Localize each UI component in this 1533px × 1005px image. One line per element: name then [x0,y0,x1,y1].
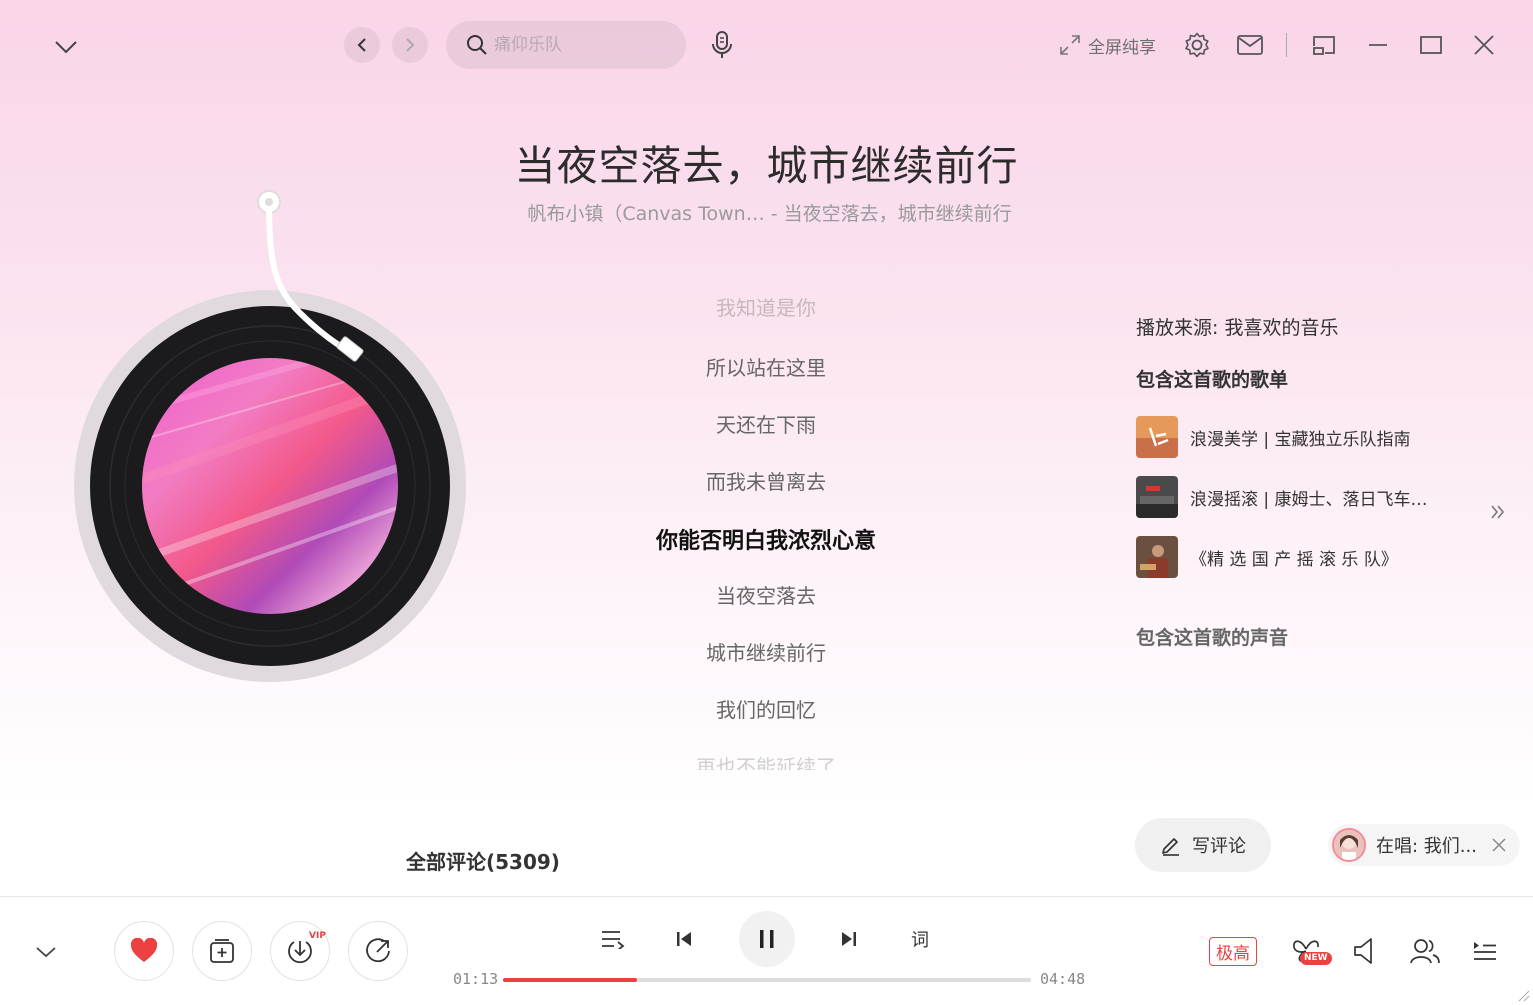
download-icon [288,941,312,964]
more-playlists-button[interactable] [1486,500,1508,524]
elapsed-time: 01:13 [453,970,499,988]
fullscreen-label: 全屏纯享 [1088,37,1156,58]
voice-search-button[interactable] [708,28,736,62]
lyric-line[interactable]: 城市继续前行 [566,637,966,666]
lyric-line[interactable]: 我们的回忆 [566,694,966,723]
messages-button[interactable] [1235,33,1265,57]
close-icon [1492,838,1506,852]
new-badge: NEW [1300,952,1332,965]
microphone-icon [712,31,732,58]
volume-button[interactable] [1350,934,1378,968]
listen-together-button[interactable] [1408,934,1442,968]
lyrics-toggle-button[interactable]: 词 [906,926,934,952]
search-box[interactable] [446,21,686,69]
close-icon [1474,35,1494,55]
lyrics-panel[interactable]: 我知道是你 所以站在这里 天还在下雨 而我未曾离去 你能否明白我浓烈心意 当夜空… [566,290,966,770]
heart-icon [130,938,158,962]
minimize-button[interactable] [1364,32,1392,58]
search-icon [467,35,487,55]
users-icon [1410,939,1440,964]
vip-badge: VIP [309,931,326,941]
toolbar-divider [1286,33,1287,57]
progress-bar[interactable] [503,978,1031,982]
add-to-playlist-button[interactable] [192,921,252,981]
chevron-right-icon [406,38,415,52]
playlist-name: 浪漫摇滚 | 康姆士、落日飞车… [1190,489,1428,510]
lyric-line[interactable]: 当夜空落去 [566,580,966,609]
share-icon [366,938,390,963]
download-button[interactable]: VIP [270,921,330,981]
forward-button[interactable] [392,27,428,63]
voices-title: 包含这首歌的声音 [1136,627,1289,649]
edit-icon [1162,838,1179,856]
playlist-cover [1136,416,1178,458]
play-mode-button[interactable] [599,926,627,952]
lyric-line[interactable]: 再也不能延续了 [566,751,966,770]
maximize-icon [1420,36,1442,54]
now-singing-pill[interactable]: 在唱: 我们... [1328,824,1520,866]
play-pause-button[interactable] [739,911,795,967]
maximize-button[interactable] [1417,32,1445,58]
playlist-cover [1136,476,1178,518]
add-collection-icon [210,939,234,963]
speaker-icon [1354,938,1372,964]
vinyl-record [74,182,474,682]
playlists-title: 包含这首歌的歌单 [1136,369,1289,391]
playlist-name: 《精 选 国 产 摇 滚 乐 队》 [1190,549,1398,570]
gear-icon [1185,32,1209,58]
sound-effects-button[interactable]: NEW [1284,934,1332,968]
playlist-item[interactable]: 《精 选 国 产 摇 滚 乐 队》 [1136,536,1398,578]
lyric-line[interactable]: 而我未曾离去 [566,466,966,495]
back-button[interactable] [344,27,380,63]
resize-grip[interactable] [1516,988,1530,1002]
minimize-icon [1369,44,1387,46]
duration-time: 04:48 [1040,970,1086,988]
quality-button[interactable]: 极高 [1209,937,1257,966]
lyric-line[interactable]: 所以站在这里 [566,352,966,381]
now-singing-label: 在唱: 我们... [1376,836,1477,857]
write-comment-label: 写评论 [1192,836,1246,857]
lyric-line[interactable]: 天还在下雨 [566,409,966,438]
list-loop-icon [602,931,625,949]
progress-fill [503,978,637,982]
previous-button[interactable] [670,926,698,952]
comments-title[interactable]: 全部评论(5309) [406,846,560,875]
chevron-down-icon [36,947,56,958]
double-chevron-right-icon [1491,505,1505,519]
queue-icon [1474,942,1496,960]
fullscreen-button[interactable]: 全屏纯享 [1058,30,1156,60]
play-source[interactable]: 播放来源: 我喜欢的音乐 [1136,313,1338,340]
collapse-player-button[interactable] [48,32,84,62]
playlist-item[interactable]: 浪漫摇滚 | 康姆士、落日飞车… [1136,476,1428,518]
skip-previous-icon [677,932,691,946]
close-window-button[interactable] [1470,32,1498,58]
next-button[interactable] [835,926,863,952]
playlist-name: 浪漫美学 | 宝藏独立乐队指南 [1190,429,1411,450]
expand-icon [1060,35,1080,55]
mini-player-icon [1313,36,1335,55]
write-comment-button[interactable]: 写评论 [1135,818,1271,872]
playlist-queue-button[interactable] [1470,934,1500,968]
playlist-item[interactable]: 浪漫美学 | 宝藏独立乐队指南 [1136,416,1411,458]
search-input[interactable] [494,35,664,55]
chevron-left-icon [357,38,366,52]
close-singing-button[interactable] [1490,836,1508,854]
like-button[interactable] [114,921,174,981]
avatar [1332,828,1366,862]
chevron-down-icon [55,41,77,54]
mail-icon [1237,35,1263,55]
lyric-line-active[interactable]: 你能否明白我浓烈心意 [566,523,966,555]
lyric-line[interactable]: 我知道是你 [566,298,966,318]
resize-grip-icon [1518,990,1530,1002]
share-button[interactable] [348,921,408,981]
collapse-button[interactable] [32,940,60,964]
mini-mode-button[interactable] [1310,32,1338,58]
skip-next-icon [842,932,856,946]
pause-icon [760,930,774,948]
playlist-cover [1136,536,1178,578]
settings-button[interactable] [1182,30,1212,60]
